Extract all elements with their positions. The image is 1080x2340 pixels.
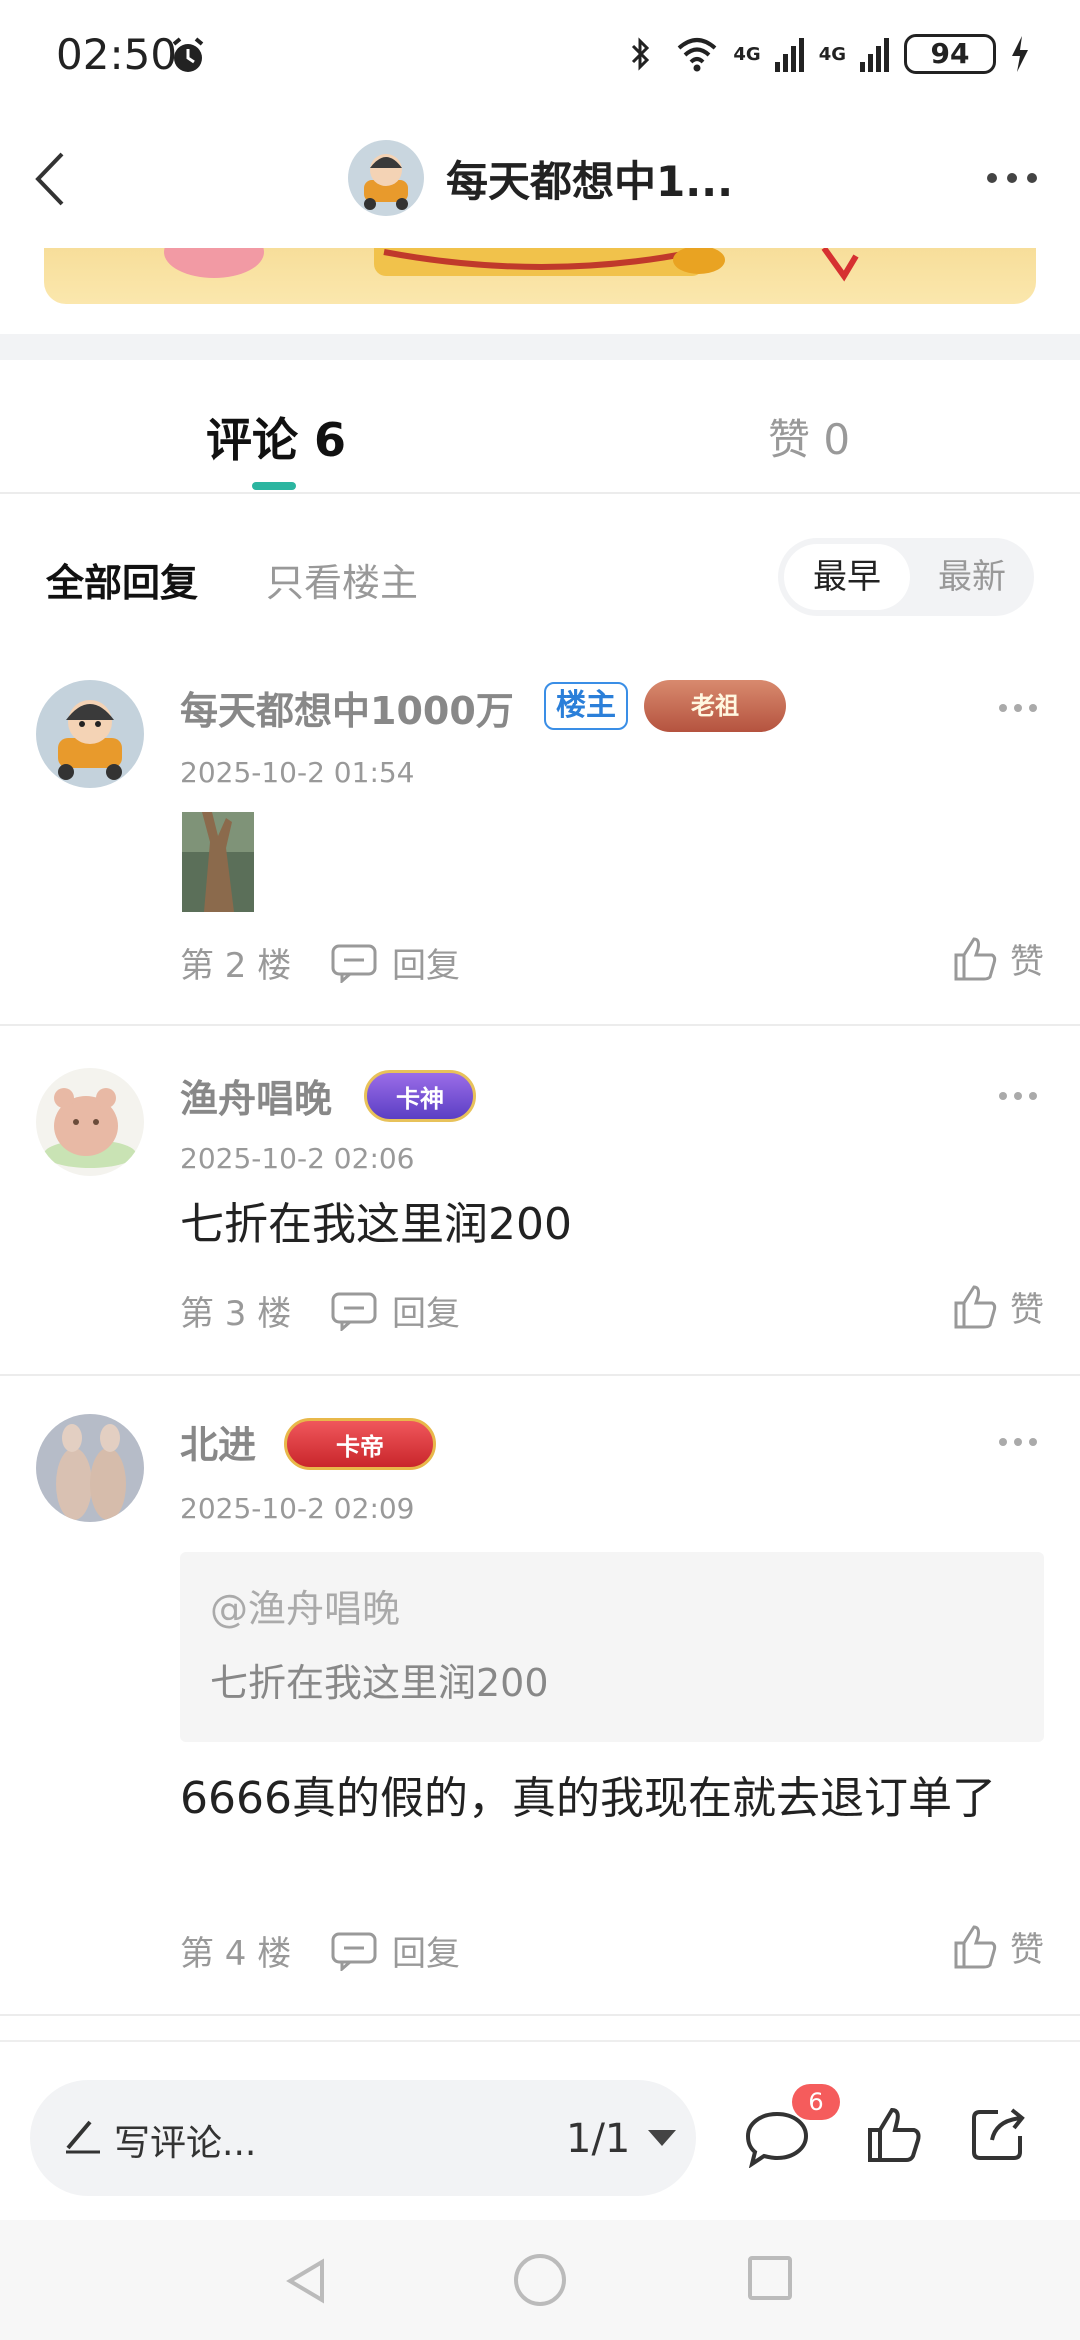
reply-filter-bar: 全部回复 只看楼主 最早 最新 (0, 496, 1080, 656)
comment-more-icon[interactable] (998, 1088, 1038, 1104)
reply-icon (331, 1292, 377, 1331)
quoted-username[interactable]: @渔舟唱晚 (210, 1578, 400, 1633)
bluetooth-icon (632, 37, 650, 71)
comment-username[interactable]: 渔舟唱晚 (180, 1068, 332, 1123)
section-divider (0, 334, 1080, 360)
signal-4g-label: 4G (733, 43, 761, 65)
comment-time: 2025-10-2 02:09 (180, 1492, 415, 1525)
thumbs-up-icon[interactable] (866, 2104, 922, 2164)
floor-number: 第 3 楼 (180, 1294, 292, 1334)
tab-likes[interactable]: 赞 0 (768, 406, 850, 467)
status-icons: 4G 4G 94 (621, 30, 1030, 78)
signal-icon (774, 38, 804, 72)
comment-text: 6666真的假的，真的我现在就去退订单了 (180, 1773, 996, 1824)
signal-4g-label-2: 4G (818, 43, 846, 65)
more-options-icon[interactable] (984, 158, 1040, 198)
avatar[interactable] (36, 680, 144, 788)
sort-latest-button[interactable]: 最新 (916, 544, 1028, 610)
charging-icon (1012, 36, 1028, 72)
filter-all-replies[interactable]: 全部回复 (46, 552, 198, 607)
sort-toggle: 最早 最新 (778, 538, 1034, 616)
comment-more-icon[interactable] (998, 1434, 1038, 1450)
active-tab-indicator (252, 482, 296, 490)
comment-tabs: 评论 6 赞 0 (0, 360, 1080, 494)
nav-back-icon[interactable] (282, 2256, 332, 2306)
battery-indicator: 94 (904, 34, 996, 74)
owner-badge: 楼主 (544, 682, 628, 730)
rank-medal-badge: 卡帝 (284, 1418, 436, 1470)
like-label: 赞 (1010, 942, 1044, 982)
page-title[interactable]: 每天都想中1... (446, 148, 733, 209)
floor-number: 第 4 楼 (180, 1934, 292, 1974)
comment-item: 北进 卡帝 2025-10-2 02:09 @渔舟唱晚 七折在我这里润200 6… (0, 1376, 1080, 2016)
page-indicator[interactable]: 1/1 (566, 2116, 630, 2162)
status-time: 02:50 (56, 30, 178, 79)
like-label: 赞 (1010, 1290, 1044, 1330)
like-button[interactable]: 赞 (952, 1922, 1044, 1971)
write-comment-placeholder: 写评论... (114, 2123, 257, 2164)
nav-home-icon[interactable] (514, 2254, 566, 2306)
reply-label: 回复 (392, 1934, 460, 1974)
rank-medal-badge: 老祖 (644, 680, 786, 732)
signal-icon-2 (860, 38, 889, 72)
comment-username[interactable]: 每天都想中1000万 (180, 680, 514, 735)
author-avatar[interactable] (348, 140, 424, 216)
system-navigation-bar (0, 2220, 1080, 2340)
comment-item: 渔舟唱晚 卡神 2025-10-2 02:06 七折在我这里润200 第 3 楼… (0, 1026, 1080, 1376)
reply-button[interactable]: 回复 (330, 1926, 460, 1975)
sort-earliest-button[interactable]: 最早 (784, 544, 910, 610)
promo-banner[interactable] (44, 248, 1036, 304)
reply-label: 回复 (392, 1294, 460, 1334)
thumbs-up-icon (954, 1284, 997, 1328)
comment-item: 每天都想中1000万 楼主 老祖 2025-10-2 01:54 第 2 楼 回… (0, 656, 1080, 1026)
comment-count-badge: 6 (792, 2084, 840, 2120)
status-bar: 02:50 4G 4G 94 (0, 0, 1080, 108)
avatar[interactable] (36, 1414, 144, 1522)
nav-recent-apps-icon[interactable] (748, 2256, 792, 2300)
like-label: 赞 (1010, 1930, 1044, 1970)
like-button[interactable]: 赞 (952, 934, 1044, 983)
alarm-icon (172, 37, 204, 72)
filter-owner-only[interactable]: 只看楼主 (266, 552, 418, 607)
thumbs-up-icon (954, 936, 997, 980)
floor-number: 第 2 楼 (180, 946, 292, 986)
quoted-text: 七折在我这里润200 (210, 1661, 549, 1705)
wifi-icon (678, 38, 717, 72)
reply-icon (331, 944, 377, 983)
tab-comments[interactable]: 评论 6 (206, 404, 346, 470)
comment-more-icon[interactable] (998, 700, 1038, 716)
avatar[interactable] (36, 1068, 144, 1176)
rank-medal-badge: 卡神 (364, 1070, 476, 1122)
reply-label: 回复 (392, 946, 460, 986)
reply-button[interactable]: 回复 (330, 938, 460, 987)
thumbs-up-icon (954, 1924, 997, 1968)
comment-username[interactable]: 北进 (180, 1414, 256, 1469)
bottom-action-bar: 写评论... 1/1 6 (0, 2040, 1080, 2220)
comment-time: 2025-10-2 01:54 (180, 756, 415, 789)
share-icon[interactable] (968, 2104, 1028, 2164)
caret-down-icon[interactable] (648, 2130, 676, 2146)
top-nav-bar: 每天都想中1... (0, 108, 1080, 248)
quoted-reply[interactable]: @渔舟唱晚 七折在我这里润200 (180, 1552, 1044, 1742)
pencil-icon (66, 2120, 100, 2154)
like-button[interactable]: 赞 (952, 1282, 1044, 1331)
back-arrow-icon[interactable] (24, 144, 84, 214)
reply-button[interactable]: 回复 (330, 1286, 460, 1335)
comment-image[interactable] (182, 812, 254, 912)
comment-text: 七折在我这里润200 (180, 1199, 572, 1250)
reply-icon (331, 1932, 377, 1971)
write-comment-input[interactable]: 写评论... 1/1 (30, 2080, 696, 2196)
comment-time: 2025-10-2 02:06 (180, 1142, 415, 1175)
